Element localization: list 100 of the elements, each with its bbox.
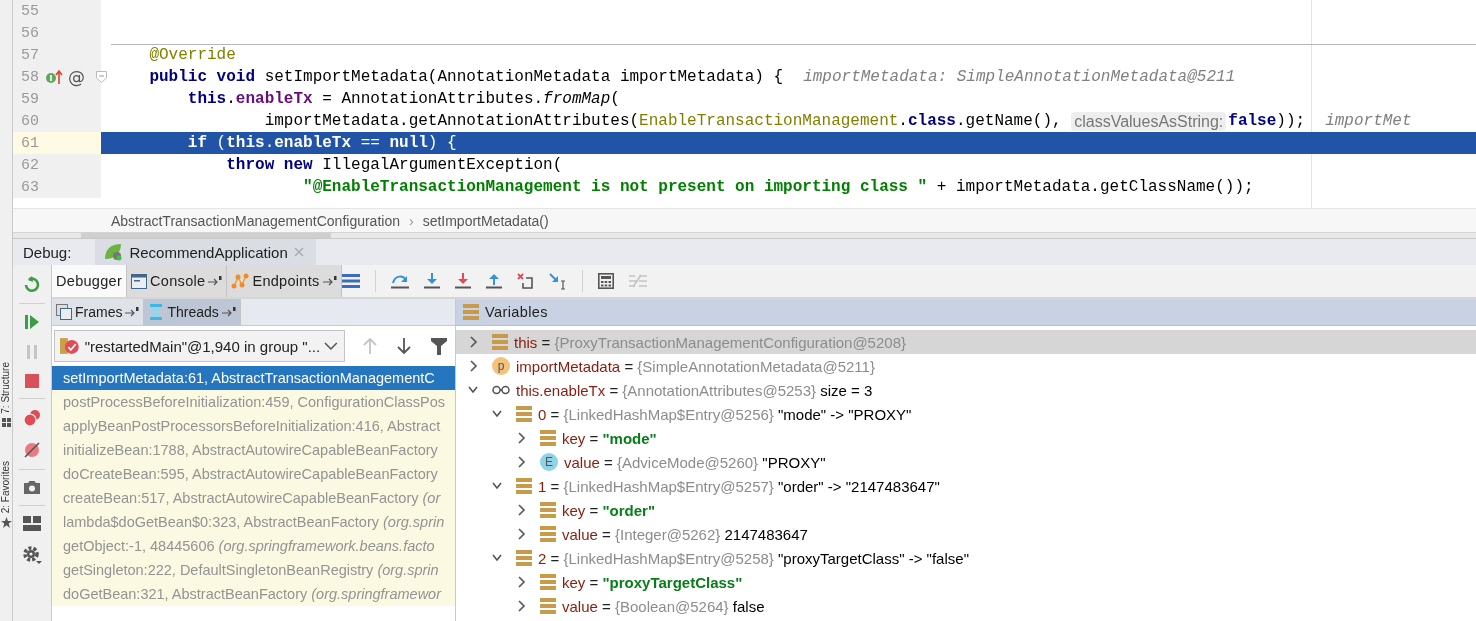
chevron-icon[interactable] xyxy=(516,600,526,612)
variable-entry: 0 = {LinkedHashMap$Entry@5256} "mode" -> "PROXY" xyxy=(538,405,912,423)
breadcrumb[interactable]: setImportMetadata() xyxy=(422,212,549,229)
resume-icon[interactable] xyxy=(24,314,40,330)
field-icon xyxy=(540,574,556,590)
rerun-icon[interactable] xyxy=(23,275,41,293)
layout-icon[interactable] xyxy=(23,516,41,531)
side-tab[interactable]: 2: Favorites xyxy=(0,460,12,513)
debug-tab[interactable]: Debugger xyxy=(52,265,128,297)
chevron-icon[interactable] xyxy=(516,432,526,444)
variable-entry: this = {ProxyTransactionManagementConfiguration@5208} xyxy=(514,333,906,351)
variable-row[interactable]: 2 = {LinkedHashMap$Entry@5258} "proxyTargetClass" -> "false" xyxy=(456,546,1476,570)
down-arrow-icon[interactable] xyxy=(397,337,411,355)
step-out-icon[interactable] xyxy=(485,273,502,289)
variable-row[interactable]: key = "mode" xyxy=(456,426,1476,450)
line-number: 56 xyxy=(20,24,39,42)
debug-tab[interactable]: Endpoints xyxy=(227,265,342,297)
implements-icon[interactable] xyxy=(45,69,65,85)
variable-entry: this.enableTx = {AnnotationAttributes@5253} size = 3 xyxy=(516,381,873,399)
code-text: if (this.enableTx == null) { xyxy=(186,134,457,152)
spring-leaf-icon xyxy=(103,243,124,261)
star-icon[interactable] xyxy=(0,516,12,528)
inlay-hint: importMetadata: SimpleAnnotationMetadata@5211 xyxy=(803,68,1236,86)
filter-icon[interactable] xyxy=(431,337,447,355)
breakpoints-icon[interactable] xyxy=(23,409,41,427)
variable-entry: key = "order" xyxy=(562,501,656,519)
variable-row[interactable]: value = {Boolean@5264} false xyxy=(456,594,1476,618)
chevron-icon[interactable] xyxy=(492,552,502,564)
variable-row[interactable]: key = "proxyTargetClass" xyxy=(456,570,1476,594)
calculator-icon[interactable] xyxy=(597,273,614,289)
parameter-hint: classValuesAsString: xyxy=(1071,111,1227,131)
drop-frame-icon[interactable] xyxy=(516,272,534,290)
variables-icon xyxy=(463,304,479,320)
variable-row[interactable]: value = {Integer@5262} 2147483647 xyxy=(456,522,1476,546)
code-text: false)); xyxy=(1228,112,1306,130)
inlay-hint: importMet xyxy=(1325,112,1412,130)
stack-frame[interactable]: setImportMetadata:61, AbstractTransactionManagementC xyxy=(52,366,455,390)
force-step-into-icon[interactable] xyxy=(454,273,471,289)
endpoints-icon xyxy=(231,273,250,289)
settings-icon[interactable] xyxy=(22,545,42,565)
menu-icon[interactable] xyxy=(341,274,360,288)
threads-icon xyxy=(148,304,165,320)
side-tab[interactable]: 7: Structure xyxy=(0,362,12,414)
line-number: 58 xyxy=(20,68,39,86)
field-icon xyxy=(516,406,532,422)
frames-icon xyxy=(56,304,72,320)
panel-tab[interactable]: Frames xyxy=(52,299,145,325)
variable-row[interactable]: 0 = {LinkedHashMap$Entry@5256} "mode" -> "PROXY" xyxy=(456,402,1476,426)
mute-breakpoints-icon[interactable] xyxy=(23,441,41,459)
debug-tab[interactable]: Console xyxy=(127,265,228,297)
chevron-icon[interactable] xyxy=(468,384,478,396)
variable-entry: value = {Integer@5262} 2147483647 xyxy=(562,525,808,543)
dropdown-caret-icon xyxy=(324,341,338,351)
field-icon xyxy=(540,502,556,518)
console-icon xyxy=(131,273,148,289)
enum-badge: E xyxy=(540,453,558,471)
variable-row[interactable]: E value = {AdviceMode@5260} "PROXY" xyxy=(456,450,1476,474)
chevron-icon[interactable] xyxy=(516,528,526,540)
code-text: "@EnableTransactionManagement is not present on importing class " + importMetadata.getClassName()); xyxy=(302,178,1254,196)
parameter-badge: p xyxy=(492,357,510,375)
chevron-icon[interactable] xyxy=(516,576,526,588)
run-tab[interactable]: RecommendApplication xyxy=(95,239,316,265)
variable-row[interactable]: this.enableTx = {AnnotationAttributes@5253} size = 3 xyxy=(456,378,1476,402)
code-text: importMetadata.getAnnotationAttributes(EnableTransactionManagement.class.getName(), xyxy=(263,112,1063,130)
thread-dropdown[interactable]: "restartedMain"@1,940 in group "... xyxy=(54,330,345,362)
fold-marker-icon[interactable] xyxy=(96,71,107,83)
variable-row[interactable]: 1 = {LinkedHashMap$Entry@5257} "order" -> "2147483647" xyxy=(456,474,1476,498)
chevron-icon[interactable] xyxy=(492,480,502,492)
variable-row[interactable]: p importMetadata = {SimpleAnnotationMetadata@5211} xyxy=(456,354,1476,378)
panel-tab[interactable]: Threads xyxy=(144,299,241,325)
step-into-icon[interactable] xyxy=(423,273,440,289)
annotation-marker[interactable]: @ xyxy=(68,67,85,87)
pin-arrow-icon[interactable] xyxy=(125,307,140,317)
line-number: 62 xyxy=(20,156,39,174)
field-icon xyxy=(540,526,556,542)
chevron-icon[interactable] xyxy=(492,408,502,420)
chevron-icon[interactable] xyxy=(468,336,478,348)
field-icon xyxy=(516,550,532,566)
pin-arrow-icon[interactable] xyxy=(322,276,337,286)
variable-entry: value = {Boolean@5264} false xyxy=(562,597,765,615)
variable-row[interactable]: this = {ProxyTransactionManagementConfiguration@5208} xyxy=(456,330,1476,354)
camera-icon[interactable] xyxy=(23,480,41,495)
chevron-icon[interactable] xyxy=(516,504,526,516)
chevron-icon[interactable] xyxy=(516,456,526,468)
step-over-icon[interactable] xyxy=(390,273,409,289)
variable-row[interactable]: key = "order" xyxy=(456,498,1476,522)
run-to-cursor-icon[interactable] xyxy=(548,272,567,290)
breadcrumb[interactable]: AbstractTransactionManagementConfiguration xyxy=(111,212,400,229)
pin-arrow-icon[interactable] xyxy=(208,276,223,286)
glasses-icon xyxy=(492,385,510,395)
field-icon xyxy=(540,430,556,446)
chevron-icon[interactable] xyxy=(468,360,478,372)
code-text: throw new IllegalArgumentException( xyxy=(225,156,563,174)
variable-entry: value = {AdviceMode@5260} "PROXY" xyxy=(564,453,826,471)
pin-arrow-icon[interactable] xyxy=(221,307,236,317)
structure-icon[interactable] xyxy=(1,417,11,427)
line-number: 55 xyxy=(20,2,39,20)
variable-entry: importMetadata = {SimpleAnnotationMetadata@5211} xyxy=(516,357,875,375)
variable-entry: key = "proxyTargetClass" xyxy=(562,573,743,591)
thread-status-icon xyxy=(59,336,81,356)
